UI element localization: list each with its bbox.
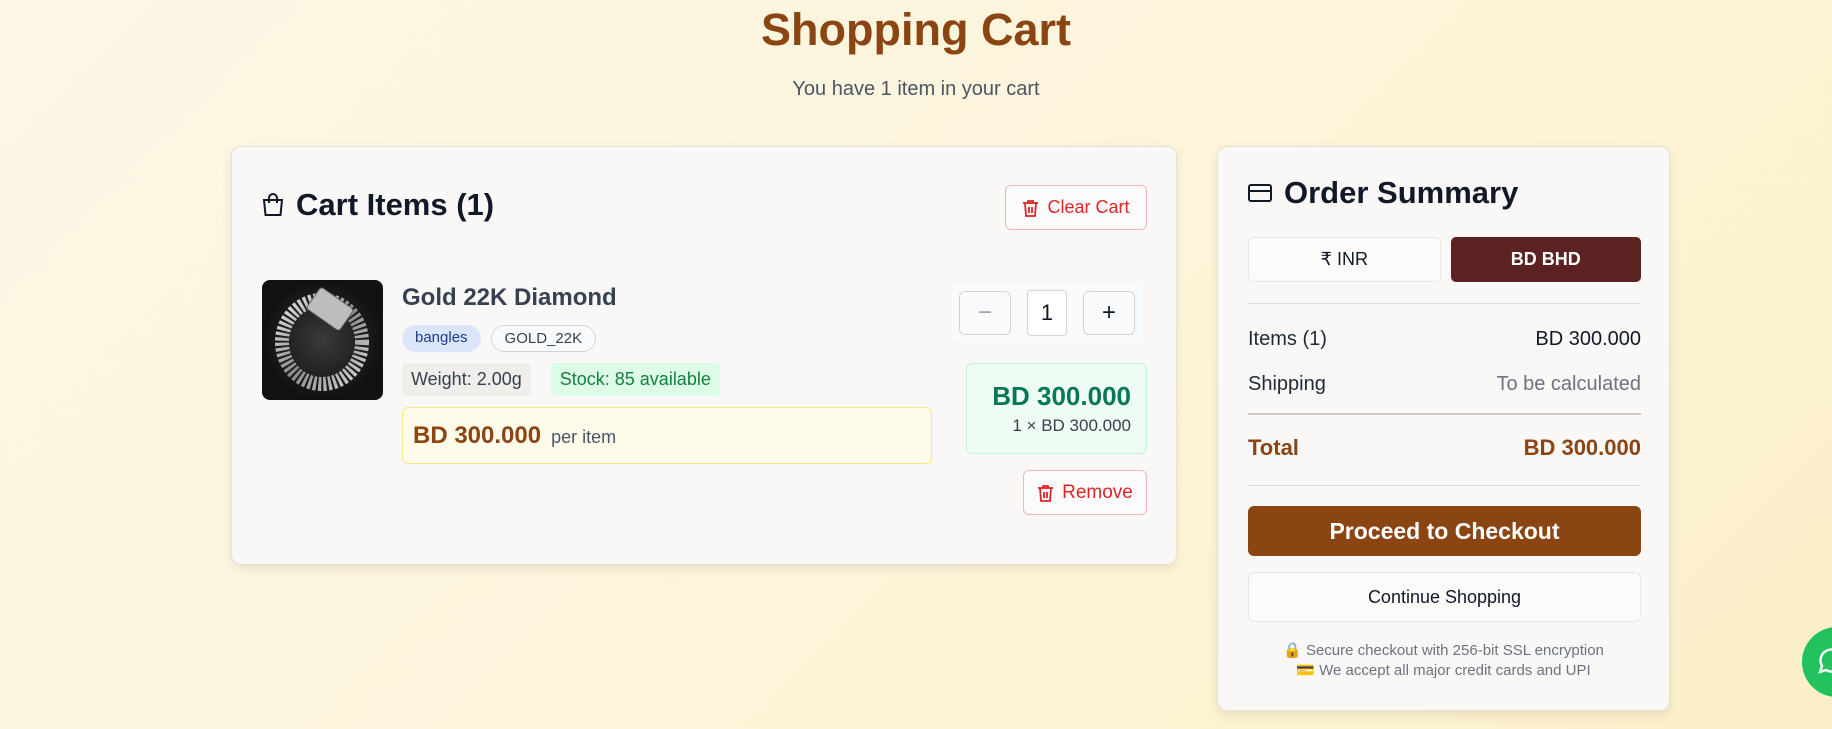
proceed-to-checkout-button[interactable]: Proceed to Checkout (1248, 506, 1641, 556)
trash-icon (1037, 484, 1054, 502)
divider (1248, 485, 1641, 486)
items-label: Items (1) (1248, 328, 1327, 350)
product-tags: bangles GOLD_22K (402, 325, 597, 352)
whatsapp-chat-button[interactable] (1802, 627, 1832, 697)
summary-header: Order Summary (1248, 175, 1518, 211)
currency-bhd-button[interactable]: BD BHD (1450, 237, 1641, 282)
category-tag: bangles (402, 325, 481, 352)
unit-price-suffix: per item (551, 426, 617, 447)
product-name: Gold 22K Diamond (402, 284, 617, 311)
currency-toggle: ₹ INR BD BHD (1248, 237, 1641, 282)
stock-badge: Stock: 85 available (550, 363, 720, 396)
product-meta: Weight: 2.00g Stock: 85 available (402, 363, 720, 396)
quantity-stepper: − 1 + (952, 283, 1142, 343)
credit-card-icon (1248, 183, 1272, 203)
remove-item-button[interactable]: Remove (1023, 470, 1147, 515)
items-row: Items (1) BD 300.000 (1248, 328, 1641, 351)
line-calculation: 1 × BD 300.000 (1012, 416, 1131, 435)
unit-price-box: BD 300.000 per item (402, 407, 932, 464)
shipping-label: Shipping (1248, 373, 1326, 395)
remove-label: Remove (1062, 481, 1133, 503)
cart-header: Cart Items (1) (262, 187, 494, 223)
continue-shopping-button[interactable]: Continue Shopping (1248, 572, 1641, 622)
whatsapp-icon (1814, 646, 1832, 676)
divider (1248, 303, 1641, 304)
shopping-bag-icon (262, 193, 284, 217)
page-subtitle: You have 1 item in your cart (792, 78, 1040, 100)
currency-inr-button[interactable]: ₹ INR (1248, 237, 1441, 282)
total-value: BD 300.000 (1523, 435, 1641, 460)
shipping-row: Shipping To be calculated (1248, 373, 1641, 396)
total-label: Total (1248, 435, 1299, 460)
page-title: Shopping Cart (761, 4, 1071, 55)
decrease-quantity-button[interactable]: − (959, 291, 1011, 335)
summary-heading: Order Summary (1284, 175, 1519, 210)
cart-heading: Cart Items (1) (296, 187, 495, 222)
items-value: BD 300.000 (1535, 328, 1641, 350)
product-image[interactable] (262, 280, 383, 400)
weight-badge: Weight: 2.00g (402, 363, 531, 396)
secure-checkout-note: 🔒 Secure checkout with 256-bit SSL encry… (1283, 642, 1604, 659)
divider (1248, 413, 1641, 415)
cart-items-card: Cart Items (1) Clear Cart Gold 22K Diamo… (231, 146, 1177, 565)
line-total-box: BD 300.000 1 × BD 300.000 (966, 363, 1147, 454)
shipping-value: To be calculated (1496, 373, 1641, 395)
clear-cart-label: Clear Cart (1047, 197, 1130, 217)
unit-price: BD 300.000 (413, 421, 542, 449)
order-summary-card: Order Summary ₹ INR BD BHD Items (1) BD … (1217, 146, 1670, 711)
trash-icon (1022, 199, 1039, 217)
metal-type-tag: GOLD_22K (490, 325, 597, 352)
total-row: Total BD 300.000 (1248, 435, 1641, 461)
quantity-value[interactable]: 1 (1027, 290, 1067, 336)
clear-cart-button[interactable]: Clear Cart (1005, 185, 1147, 230)
increase-quantity-button[interactable]: + (1083, 291, 1135, 335)
line-total: BD 300.000 (992, 381, 1131, 411)
payment-methods-note: 💳 We accept all major credit cards and U… (1296, 662, 1591, 679)
